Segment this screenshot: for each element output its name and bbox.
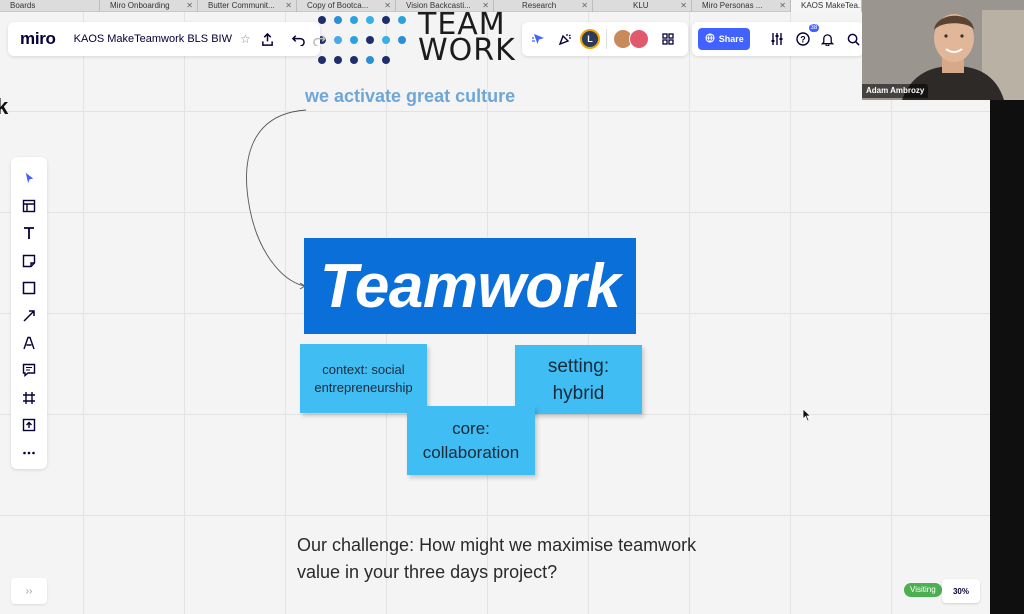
tab-label: KLU (633, 1, 649, 10)
sticky-note-icon (22, 254, 36, 268)
teamwork-logo-dots (318, 16, 406, 64)
apps-grid-icon[interactable] (657, 28, 679, 50)
undo-icon[interactable] (291, 28, 305, 50)
tab-label: Research (522, 1, 557, 10)
upload-icon[interactable] (261, 28, 274, 50)
tab-label: Miro Onboarding (110, 1, 170, 10)
tab-kaos-maketeamwork[interactable]: KAOS MakeTea... (791, 0, 862, 12)
tab-label: KAOS MakeTea... (801, 1, 862, 10)
close-icon[interactable]: ✕ (285, 0, 292, 12)
sticky-note-context[interactable]: context: social entrepreneurship (300, 344, 427, 413)
sticky-text: context: social entrepreneurship (314, 361, 413, 395)
tab-butter-community[interactable]: Butter Communit... ✕ (198, 0, 297, 12)
search-icon[interactable] (843, 28, 864, 50)
square-icon (22, 282, 36, 295)
more-dots-icon (23, 451, 35, 454)
redo-icon[interactable] (312, 28, 326, 50)
board-top-bar: miro KAOS MakeTeamwork BLS BIW ☆ (8, 22, 326, 56)
globe-icon (705, 33, 715, 45)
upload-tool[interactable] (16, 412, 42, 439)
miro-logo[interactable]: miro (20, 29, 56, 49)
visiting-status-badge[interactable]: Visiting (904, 583, 942, 597)
avatar-initial: L (587, 34, 593, 44)
zoom-level[interactable]: 30% (942, 579, 980, 603)
templates-tool[interactable] (16, 192, 42, 219)
celebrate-icon[interactable] (554, 28, 576, 50)
tab-miro-onboarding[interactable]: Miro Onboarding ✕ (100, 0, 198, 12)
shape-tool[interactable] (16, 275, 42, 302)
tab-miro-personas[interactable]: Miro Personas ... ✕ (692, 0, 791, 12)
close-icon[interactable]: ✕ (581, 0, 588, 12)
tab-bootcamp[interactable]: Copy of Bootca... ✕ (297, 0, 396, 12)
share-label: Share (718, 34, 744, 44)
arrow-line-icon (23, 309, 35, 322)
close-icon[interactable]: ✕ (680, 0, 687, 12)
board-title[interactable]: KAOS MakeTeamwork BLS BIW (74, 33, 232, 45)
tab-boards[interactable]: Boards (0, 0, 100, 12)
template-icon (22, 199, 36, 213)
comment-icon (22, 364, 36, 378)
edge-text: k (0, 94, 9, 119)
collaborator-avatar[interactable]: L (580, 29, 600, 49)
close-icon[interactable]: ✕ (384, 0, 391, 12)
tab-label: Copy of Bootca... (307, 1, 369, 10)
collaboration-bar: L (522, 22, 688, 56)
tab-klu[interactable]: KLU ✕ (593, 0, 692, 12)
upload-icon (22, 419, 36, 432)
sticky-note-core[interactable]: core: collaboration (407, 406, 535, 475)
expand-panel-button[interactable]: ›› (11, 578, 47, 604)
logo-line: WORK (418, 33, 516, 68)
pen-tool[interactable] (16, 329, 42, 356)
frame-icon (23, 391, 35, 404)
share-toolbar: Share ? 38 (692, 22, 864, 56)
creation-toolbar (11, 157, 47, 469)
challenge-text[interactable]: Our challenge: How might we maximise tea… (297, 532, 777, 586)
chevron-double-right-icon: ›› (25, 585, 33, 597)
pointer-follow-icon[interactable] (528, 28, 550, 50)
star-icon[interactable]: ☆ (240, 32, 251, 46)
svg-text:?: ? (800, 35, 806, 45)
right-edge-panel (990, 12, 1024, 614)
sticky-note-setting[interactable]: setting: hybrid (515, 345, 642, 414)
slogan-text[interactable]: we activate great culture (305, 86, 515, 107)
close-icon[interactable]: ✕ (779, 0, 786, 12)
cursor-icon (25, 173, 33, 184)
tab-label: Boards (10, 1, 36, 10)
headline-box[interactable]: Teamwork (304, 238, 636, 334)
tab-research[interactable]: Research ✕ (494, 0, 593, 12)
text-tool[interactable] (16, 220, 42, 247)
help-icon[interactable]: ? 38 (792, 24, 820, 50)
user-avatar[interactable] (629, 29, 649, 49)
sticky-text: core: collaboration (422, 418, 520, 462)
sticky-note-tool[interactable] (16, 247, 42, 274)
select-tool[interactable] (16, 165, 42, 192)
notification-bell-icon[interactable] (817, 28, 838, 50)
help-badge: 38 (808, 24, 820, 32)
comment-tool[interactable] (16, 357, 42, 384)
participant-name: Adam Ambrozy (862, 84, 929, 98)
close-icon[interactable]: ✕ (186, 0, 193, 12)
sticky-text: setting: hybrid (547, 355, 610, 404)
tab-label: Miro Personas ... (702, 1, 763, 10)
frame-tool[interactable] (16, 384, 42, 411)
headline-text: Teamwork (319, 251, 621, 321)
connection-line-tool[interactable] (16, 302, 42, 329)
mouse-cursor-icon (802, 408, 812, 422)
divider (606, 29, 607, 49)
pen-icon (23, 336, 35, 350)
settings-sliders-icon[interactable] (766, 28, 787, 50)
teamwork-logo-text: TEAM WORK (418, 10, 516, 68)
more-tools[interactable] (16, 439, 42, 466)
share-button[interactable]: Share (698, 28, 751, 50)
text-icon (24, 227, 34, 240)
tab-label: Butter Communit... (208, 1, 275, 10)
